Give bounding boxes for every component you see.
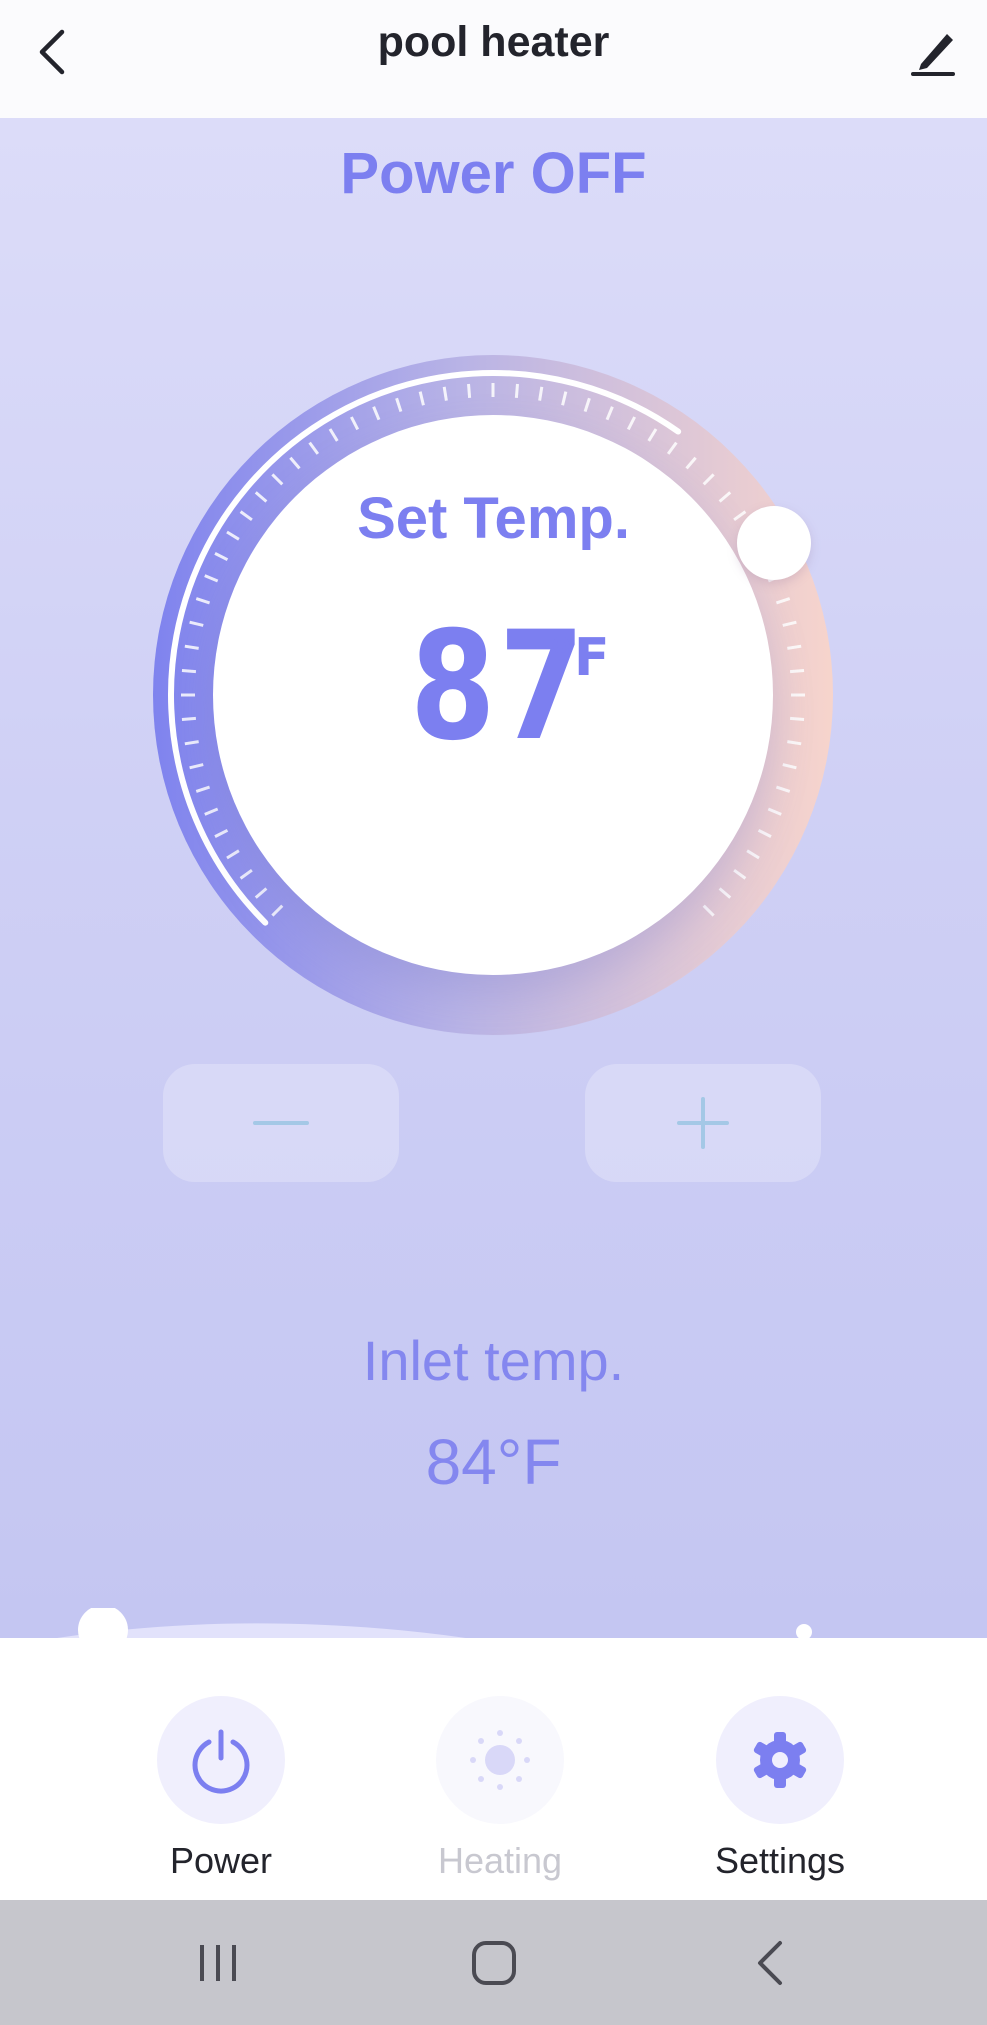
nav-item-settings[interactable]: Settings bbox=[680, 1696, 880, 1882]
minus-icon bbox=[253, 1121, 309, 1125]
inlet-temp-label: Inlet temp. bbox=[362, 1329, 625, 1392]
plus-icon bbox=[677, 1097, 729, 1149]
home-button[interactable] bbox=[444, 1918, 544, 2008]
recents-button[interactable] bbox=[168, 1918, 268, 2008]
back-icon bbox=[758, 1941, 782, 1985]
dial-tick bbox=[181, 669, 197, 674]
pencil-icon bbox=[911, 34, 955, 76]
settings-label: Settings bbox=[714, 1840, 846, 1881]
power-status: Power OFF bbox=[340, 141, 647, 206]
dial-tick bbox=[467, 383, 472, 399]
decrease-button[interactable] bbox=[163, 1064, 399, 1182]
power-label: Power bbox=[169, 1840, 273, 1881]
edit-button[interactable] bbox=[893, 12, 973, 92]
dial-tick bbox=[181, 716, 197, 721]
gear-icon bbox=[753, 1732, 807, 1788]
power-button[interactable] bbox=[157, 1696, 285, 1824]
set-temp-unit: °F bbox=[548, 628, 610, 688]
water-wave bbox=[57, 1608, 812, 1638]
dial-tick bbox=[789, 669, 805, 674]
home-icon bbox=[472, 1941, 516, 1985]
increase-button[interactable] bbox=[585, 1064, 821, 1182]
settings-button[interactable] bbox=[716, 1696, 844, 1824]
set-temp-label: Set Temp. bbox=[357, 486, 630, 551]
system-back-button[interactable] bbox=[720, 1918, 820, 2008]
nav-item-power[interactable]: Power bbox=[121, 1696, 321, 1882]
power-icon bbox=[192, 1729, 250, 1794]
inlet-temp-value: 84°F bbox=[425, 1426, 562, 1498]
recents-icon bbox=[200, 1945, 236, 1981]
dial-tick bbox=[789, 716, 805, 721]
page-title: pool heater bbox=[377, 18, 610, 66]
nav-item-heating[interactable]: Heating bbox=[400, 1696, 600, 1882]
heating-button[interactable] bbox=[436, 1696, 564, 1824]
heating-label: Heating bbox=[437, 1840, 563, 1881]
dial-knob[interactable] bbox=[737, 506, 811, 580]
dial-tick bbox=[514, 383, 519, 399]
sun-icon bbox=[470, 1730, 530, 1790]
app-header: pool heater bbox=[0, 0, 987, 118]
